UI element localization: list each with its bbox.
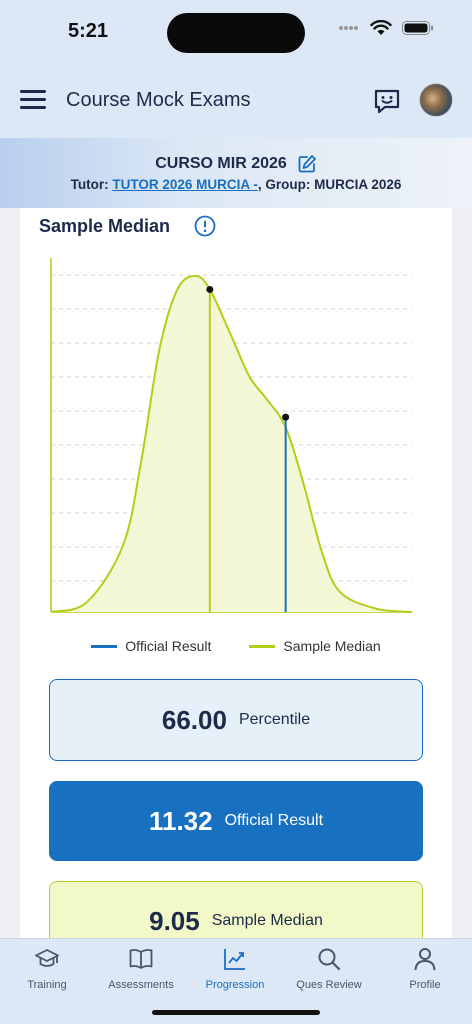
home-indicator: [152, 1010, 320, 1015]
tab-ques-review[interactable]: Ques Review: [282, 939, 376, 1001]
legend-sample-swatch: [249, 644, 276, 648]
sample-median-curve-area: [51, 276, 412, 612]
sample-median-value: 9.05: [149, 905, 200, 936]
menu-icon-bar: [20, 98, 46, 101]
tutor-label: Tutor:: [70, 177, 109, 192]
sample-median-point: [206, 285, 214, 293]
section-title: Sample Median: [39, 216, 171, 236]
course-name-row: CURSO MIR 2026: [0, 154, 472, 174]
edit-icon[interactable]: [297, 154, 317, 174]
avatar[interactable]: [419, 83, 453, 117]
battery-icon: [402, 21, 433, 35]
tab-training-label: Training: [27, 979, 67, 991]
search-icon: [318, 948, 341, 971]
tab-assessments[interactable]: Assessments: [94, 939, 188, 1001]
wifi-icon: [370, 20, 392, 35]
tab-progression[interactable]: Progression: [188, 939, 282, 1001]
percentile-card: 66.00 Percentile: [49, 679, 423, 761]
tab-assessments-label: Assessments: [108, 979, 174, 991]
official-result-point: [282, 413, 290, 421]
menu-icon-bar: [20, 106, 46, 109]
official-result-card: 11.32 Official Result: [49, 781, 423, 861]
tab-ques-review-label: Ques Review: [296, 979, 362, 991]
tutor-line: Tutor: TUTOR 2026 MURCIA -, Group: MURCI…: [0, 177, 472, 192]
status-icons: [338, 20, 434, 36]
chat-icon[interactable]: [373, 87, 401, 115]
tab-progression-label: Progression: [205, 979, 265, 991]
legend-sample-label: Sample Median: [283, 638, 381, 654]
book-icon: [129, 949, 153, 969]
group-text: , Group: MURCIA 2026: [257, 177, 402, 192]
menu-icon-bar: [20, 90, 46, 93]
dynamic-island: [167, 13, 305, 53]
status-bar: 5:21: [0, 0, 472, 64]
content-card: Sample Median Official Result Sample Med…: [20, 208, 452, 938]
legend-official-label: Official Result: [125, 638, 212, 654]
distribution-chart: [50, 258, 413, 613]
user-icon: [414, 948, 436, 971]
graduation-cap-icon: [35, 949, 59, 967]
signal-icon: [339, 26, 358, 30]
course-banner: CURSO MIR 2026 Tutor: TUTOR 2026 MURCIA …: [0, 138, 472, 208]
chart-icon: [224, 949, 245, 970]
info-icon[interactable]: [194, 215, 216, 237]
tab-profile-label: Profile: [409, 979, 441, 991]
app-header: Course Mock Exams: [0, 64, 472, 138]
legend-official-swatch: [91, 644, 118, 648]
course-name: CURSO MIR 2026: [155, 155, 287, 172]
status-time: 5:21: [68, 20, 109, 42]
legend-official: Official Result: [91, 638, 211, 654]
tab-profile[interactable]: Profile: [378, 939, 472, 1001]
legend-sample: Sample Median: [249, 638, 381, 654]
official-result-label: Official Result: [224, 812, 324, 829]
chart-legend: Official Result Sample Median: [20, 638, 452, 654]
tab-training[interactable]: Training: [0, 939, 94, 1001]
percentile-label: Percentile: [238, 711, 311, 728]
tutor-link[interactable]: TUTOR 2026 MURCIA -: [112, 177, 258, 192]
percentile-value: 66.00: [161, 704, 227, 735]
sample-median-card: 9.05 Sample Median: [49, 881, 423, 938]
sample-median-label: Sample Median: [211, 912, 323, 929]
official-result-value: 11.32: [148, 805, 213, 836]
page-title: Course Mock Exams: [66, 89, 251, 111]
menu-button[interactable]: [20, 90, 46, 110]
